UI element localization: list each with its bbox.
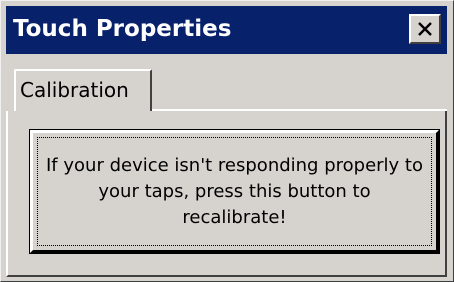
- tab-strip: Calibration: [6, 60, 447, 111]
- close-icon: [418, 22, 432, 36]
- window-title: Touch Properties: [13, 16, 232, 42]
- recalibrate-button-label: If your device isn't responding properly…: [46, 155, 423, 228]
- touch-properties-window: Touch Properties Calibration If your dev…: [0, 0, 454, 282]
- title-bar: Touch Properties: [6, 6, 447, 54]
- recalibrate-button[interactable]: If your device isn't responding properly…: [29, 129, 440, 254]
- tab-calibration[interactable]: Calibration: [14, 69, 152, 111]
- tab-calibration-label: Calibration: [20, 78, 129, 102]
- close-button[interactable]: [409, 14, 441, 44]
- focus-rectangle: If your device isn't responding properly…: [37, 137, 432, 246]
